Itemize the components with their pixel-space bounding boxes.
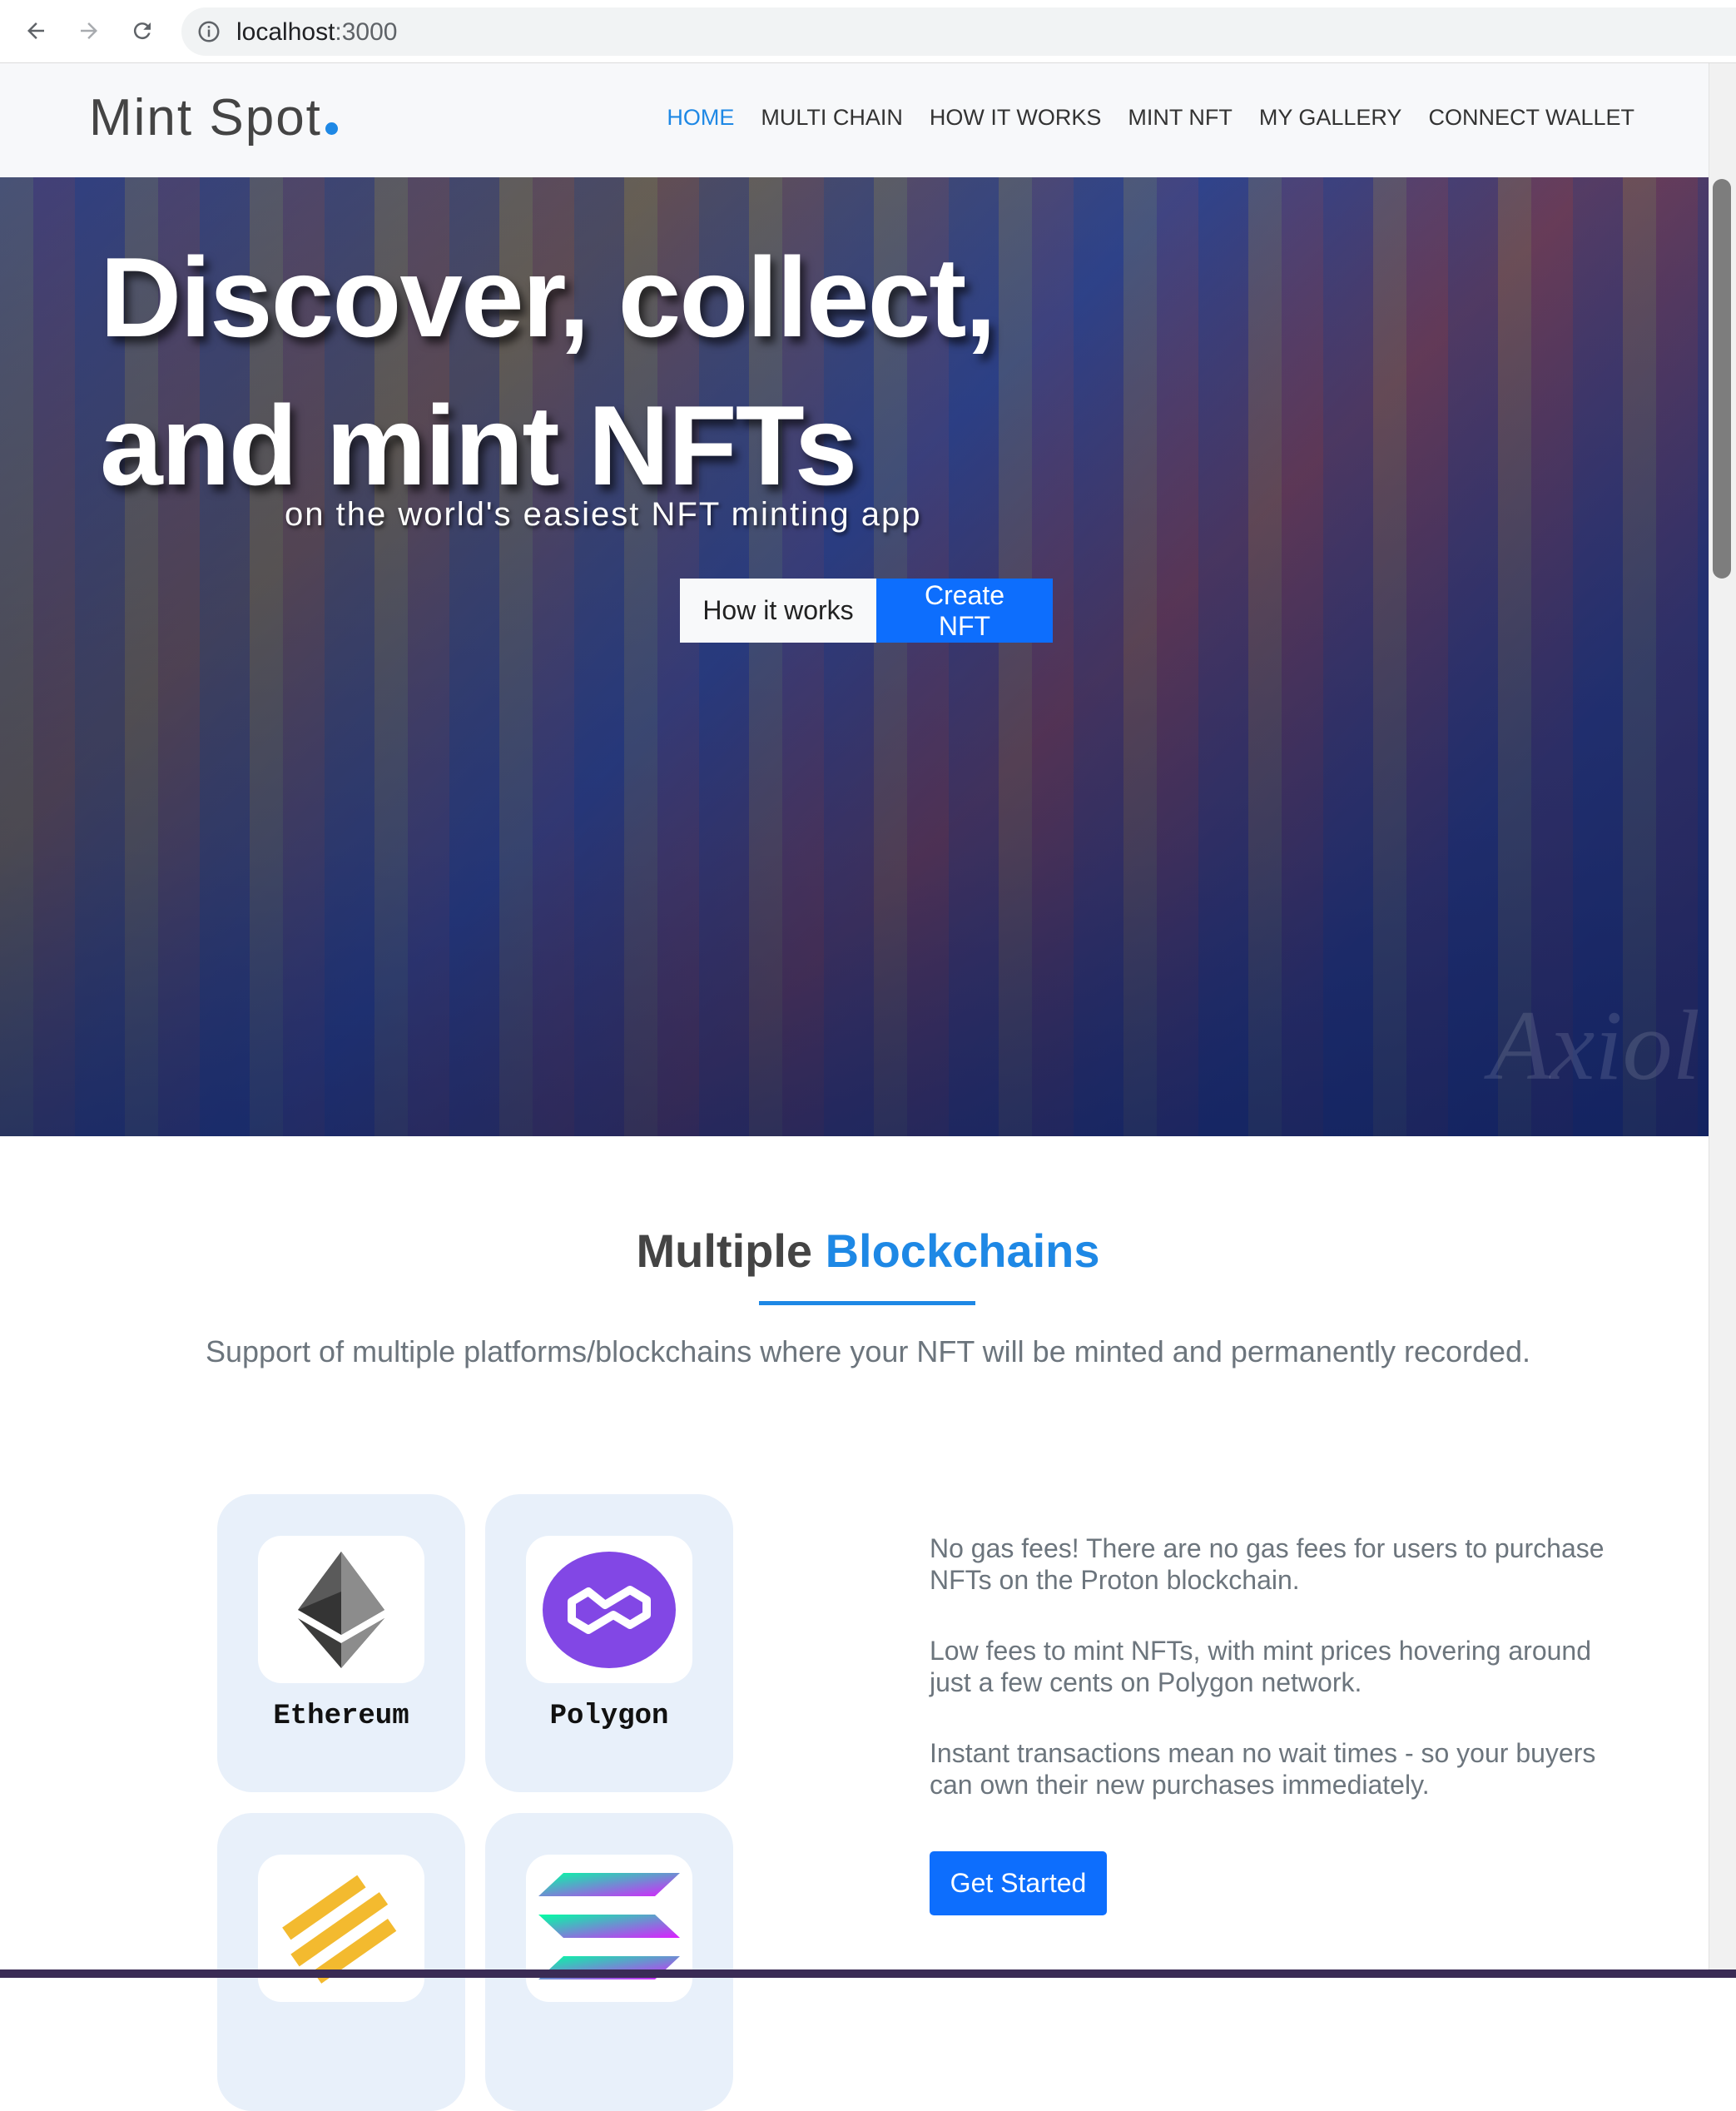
nav-home[interactable]: HOME: [667, 105, 734, 131]
logo-dot: [325, 122, 338, 135]
how-it-works-button[interactable]: How it works: [680, 579, 876, 643]
chain-name: Ethereum: [273, 1701, 409, 1732]
feature-text: Low fees to mint NFTs, with mint prices …: [930, 1636, 1591, 1697]
hero-watermark: Axiol: [1489, 990, 1700, 1100]
solana-icon: [526, 1855, 692, 2002]
hero-subtitle: on the world's easiest NFT minting app: [285, 496, 922, 533]
address-bar[interactable]: localhost:3000: [181, 7, 1736, 56]
polygon-icon: [526, 1536, 692, 1683]
main-nav: HOME MULTI CHAIN HOW IT WORKS MINT NFT M…: [667, 105, 1634, 131]
scrollbar-thumb[interactable]: [1713, 179, 1731, 579]
section-title: Multiple Blockchains: [636, 1224, 1100, 1277]
create-nft-button[interactable]: Create NFT: [876, 579, 1053, 643]
chain-card-polygon[interactable]: Polygon: [485, 1494, 733, 1792]
nav-mint-nft[interactable]: MINT NFT: [1128, 105, 1232, 131]
url-text: localhost:3000: [236, 18, 398, 46]
bottom-edge: [0, 1969, 1736, 1978]
site-header: Mint Spot HOME MULTI CHAIN HOW IT WORKS …: [0, 63, 1709, 177]
site-logo[interactable]: Mint Spot: [89, 88, 338, 147]
ethereum-icon: [258, 1536, 424, 1683]
get-started-button[interactable]: Get Started: [930, 1851, 1107, 1915]
forward-arrow-icon[interactable]: [70, 12, 108, 50]
hero-button-group: How it works Create NFT: [680, 579, 1053, 643]
chain-name: Polygon: [549, 1701, 669, 1732]
nav-how-it-works[interactable]: HOW IT WORKS: [930, 105, 1102, 131]
section-underline: [759, 1301, 975, 1305]
reload-icon[interactable]: [123, 12, 161, 50]
binance-icon: [258, 1855, 424, 2002]
chain-card-binance[interactable]: [217, 1813, 465, 2111]
info-icon[interactable]: [196, 19, 221, 44]
section-description: Support of multiple platforms/blockchain…: [205, 1334, 1531, 1368]
feature-text: No gas fees! There are no gas fees for u…: [930, 1533, 1605, 1595]
chain-card-ethereum[interactable]: Ethereum: [217, 1494, 465, 1792]
nav-connect-wallet[interactable]: CONNECT WALLET: [1428, 105, 1634, 131]
back-arrow-icon[interactable]: [17, 12, 55, 50]
hero-banner: Discover, collect, and mint NFTs on the …: [0, 177, 1709, 1136]
features-list: No gas fees! There are no gas fees for u…: [930, 1532, 1612, 1840]
browser-toolbar: localhost:3000: [0, 0, 1736, 63]
chain-card-solana[interactable]: [485, 1813, 733, 2111]
feature-text: Instant transactions mean no wait times …: [930, 1738, 1596, 1800]
nav-my-gallery[interactable]: MY GALLERY: [1259, 105, 1402, 131]
nav-multi-chain[interactable]: MULTI CHAIN: [761, 105, 903, 131]
hero-title: Discover, collect, and mint NFTs: [100, 234, 996, 509]
